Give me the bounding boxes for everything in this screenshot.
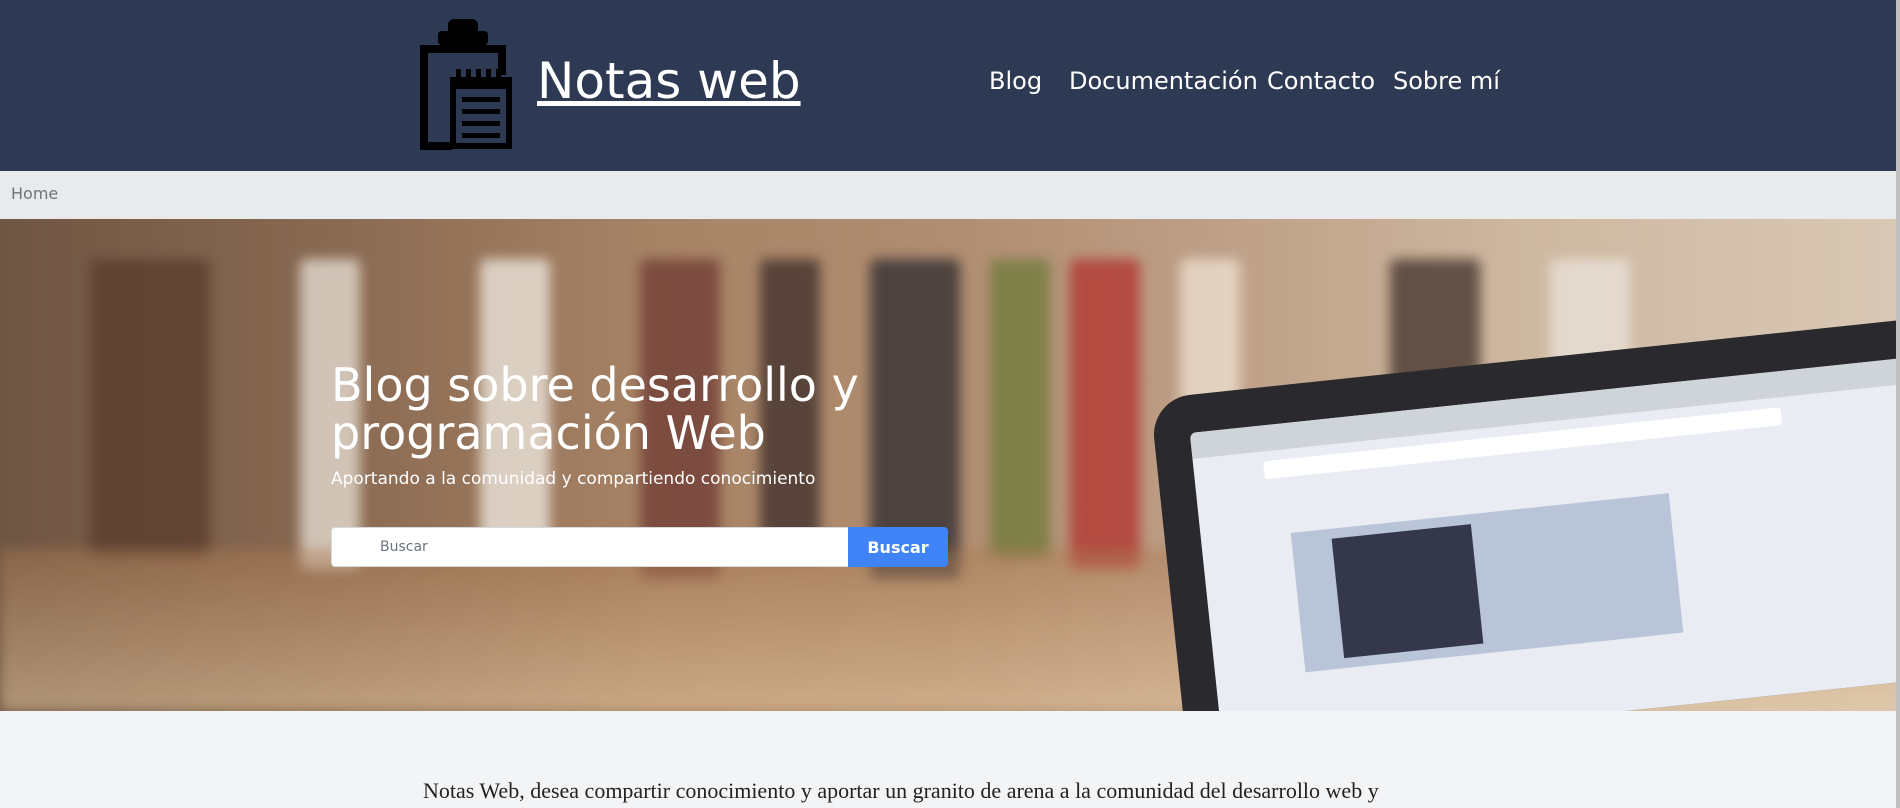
intro-paragraph: Notas Web, desea compartir conocimiento … — [423, 778, 1379, 803]
nav-documentacion[interactable]: Documentación — [1069, 67, 1258, 95]
search-button[interactable]: Buscar — [848, 527, 948, 567]
nav-sobre-mi[interactable]: Sobre mí — [1393, 67, 1500, 95]
site-header: Notas web Blog Documentación Contacto So… — [0, 0, 1900, 171]
hero-subtitle: Aportando a la comunidad y compartiendo … — [331, 469, 816, 489]
breadcrumb: Home — [0, 171, 1900, 219]
laptop-screen-thumb — [1331, 524, 1484, 659]
page-scrollbar[interactable] — [1896, 0, 1900, 808]
hero-background-book — [90, 259, 210, 559]
breadcrumb-home[interactable]: Home — [11, 184, 58, 203]
search-input[interactable] — [331, 527, 848, 567]
nav-contacto[interactable]: Contacto — [1267, 67, 1375, 95]
hero-banner — [0, 219, 1900, 711]
search-form: Buscar — [331, 527, 948, 567]
hero-background-book — [990, 259, 1050, 559]
hero-title: Blog sobre desarrollo y programación Web — [331, 358, 859, 460]
hero-laptop-image — [1150, 315, 1900, 711]
hero-background-book — [1070, 259, 1140, 569]
nav-blog[interactable]: Blog — [989, 67, 1042, 95]
main-nav: Blog Documentación Contacto Sobre mí — [0, 67, 1900, 107]
laptop-screen — [1189, 353, 1900, 711]
